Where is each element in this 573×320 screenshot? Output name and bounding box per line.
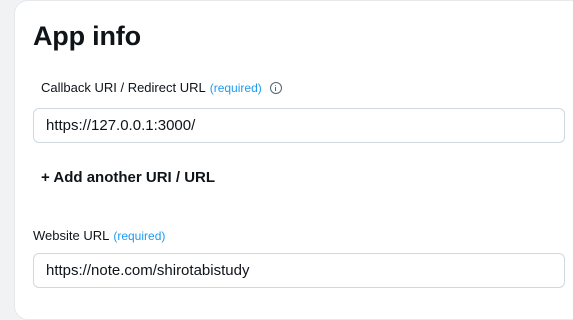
page-title: App info	[33, 21, 141, 51]
info-icon[interactable]	[269, 82, 282, 94]
add-another-url-button[interactable]: + Add another URI / URL	[41, 168, 215, 188]
website-url-label-text: Website URL	[33, 228, 110, 243]
callback-url-label-text: Callback URI / Redirect URL	[41, 80, 206, 95]
callback-url-input[interactable]	[33, 108, 565, 143]
website-url-input[interactable]	[33, 253, 565, 288]
website-required-tag: (required)	[113, 229, 166, 243]
callback-url-label: Callback URI / Redirect URL (required)	[41, 79, 282, 97]
website-url-label: Website URL (required)	[33, 227, 165, 245]
callback-required-tag: (required)	[209, 81, 262, 95]
